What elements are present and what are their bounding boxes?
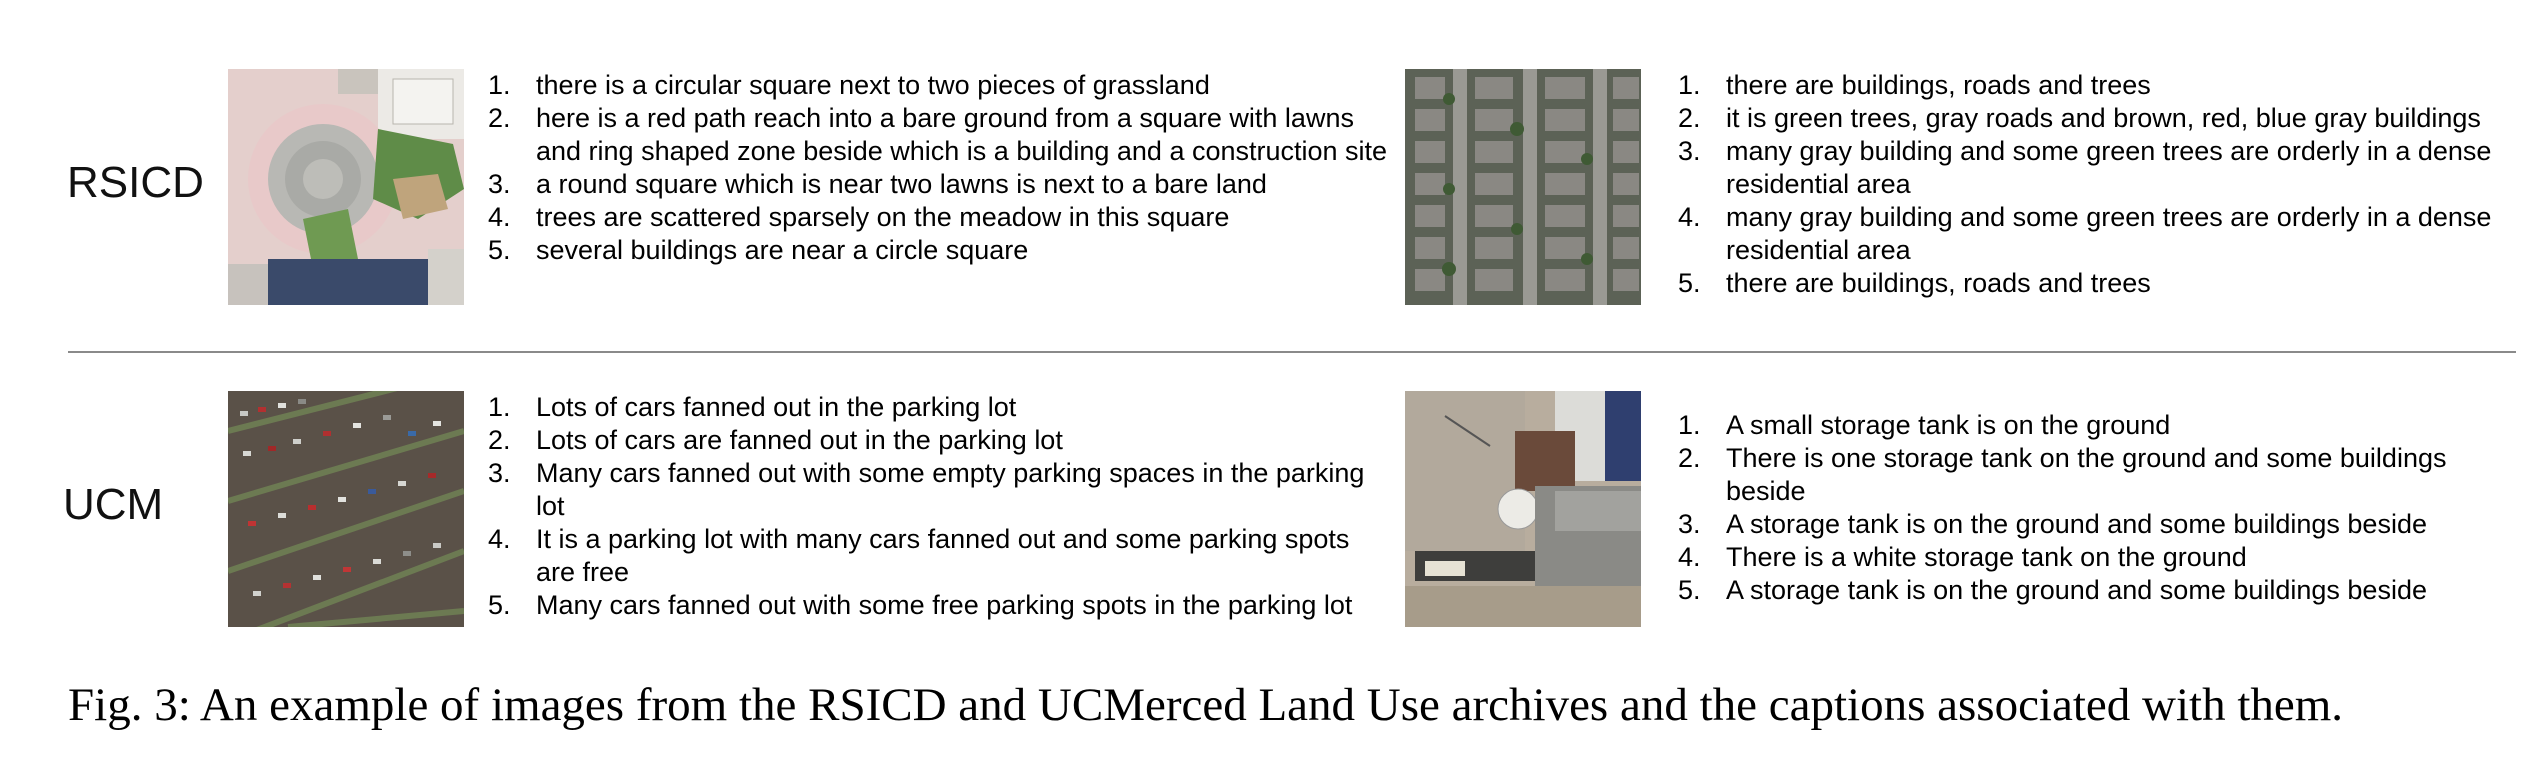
row-label-rsicd: RSICD bbox=[67, 158, 204, 207]
caption-number: 5. bbox=[488, 235, 511, 265]
caption-text: A storage tank is on the ground and some… bbox=[1726, 509, 2427, 539]
caption-number: 2. bbox=[488, 425, 511, 455]
row-label-ucm: UCM bbox=[63, 480, 164, 529]
caption-number: 2. bbox=[1678, 103, 1701, 133]
caption-number: 5. bbox=[1678, 575, 1701, 605]
caption-number: 2. bbox=[488, 103, 511, 133]
caption-number: 4. bbox=[488, 202, 511, 232]
caption-number: 1. bbox=[488, 392, 511, 422]
caption-item: 4. trees are scattered sparsely on the me… bbox=[488, 201, 1388, 234]
caption-item: 2. here is a red path reach into a bare g… bbox=[488, 102, 1388, 168]
caption-item: 5. there are buildings, roads and trees bbox=[1678, 267, 2528, 300]
caption-number: 3. bbox=[1678, 509, 1701, 539]
caption-item: 1. Lots of cars fanned out in the parking… bbox=[488, 391, 1388, 424]
caption-text: Lots of cars fanned out in the parking l… bbox=[536, 392, 1017, 422]
caption-item: 1. there are buildings, roads and trees bbox=[1678, 69, 2528, 102]
caption-item: 2. There is one storage tank on the groun… bbox=[1678, 442, 2528, 508]
caption-text: a round square which is near two lawns i… bbox=[536, 169, 1267, 199]
caption-number: 3. bbox=[1678, 136, 1701, 166]
rsicd-residential-captions: 1. there are buildings, roads and trees 2… bbox=[1678, 69, 2528, 300]
caption-text: Many cars fanned out with some empty par… bbox=[536, 458, 1365, 521]
caption-text: there is a circular square next to two p… bbox=[536, 70, 1210, 100]
caption-text: there are buildings, roads and trees bbox=[1726, 70, 2151, 100]
caption-item: 3. many gray building and some green tree… bbox=[1678, 135, 2528, 201]
ucm-parking-lot-captions: 1. Lots of cars fanned out in the parking… bbox=[488, 391, 1388, 622]
caption-item: 1. A small storage tank is on the ground bbox=[1678, 409, 2528, 442]
caption-text: There is a white storage tank on the gro… bbox=[1726, 542, 2247, 572]
caption-number: 3. bbox=[488, 458, 511, 488]
caption-text: There is one storage tank on the ground … bbox=[1726, 443, 2447, 506]
caption-text: A small storage tank is on the ground bbox=[1726, 410, 2171, 440]
caption-item: 4. It is a parking lot with many cars fan… bbox=[488, 523, 1388, 589]
caption-item: 3. Many cars fanned out with some empty p… bbox=[488, 457, 1388, 523]
caption-text: Lots of cars are fanned out in the parki… bbox=[536, 425, 1063, 455]
caption-text: It is a parking lot with many cars fanne… bbox=[536, 524, 1350, 587]
caption-text: many gray building and some green trees … bbox=[1726, 202, 2492, 265]
caption-number: 4. bbox=[488, 524, 511, 554]
ucm-storage-tank-captions: 1. A small storage tank is on the ground … bbox=[1678, 409, 2528, 607]
caption-number: 1. bbox=[1678, 70, 1701, 100]
caption-text: Many cars fanned out with some free park… bbox=[536, 590, 1353, 620]
caption-number: 5. bbox=[1678, 268, 1701, 298]
caption-item: 3. A storage tank is on the ground and so… bbox=[1678, 508, 2528, 541]
caption-text: A storage tank is on the ground and some… bbox=[1726, 575, 2427, 605]
caption-item: 2. Lots of cars are fanned out in the par… bbox=[488, 424, 1388, 457]
caption-item: 2. it is green trees, gray roads and brow… bbox=[1678, 102, 2528, 135]
caption-number: 4. bbox=[1678, 542, 1701, 572]
caption-number: 3. bbox=[488, 169, 511, 199]
caption-item: 5. A storage tank is on the ground and so… bbox=[1678, 574, 2528, 607]
caption-item: 3. a round square which is near two lawns… bbox=[488, 168, 1388, 201]
caption-number: 1. bbox=[1678, 410, 1701, 440]
caption-text: many gray building and some green trees … bbox=[1726, 136, 2492, 199]
caption-number: 2. bbox=[1678, 443, 1701, 473]
caption-number: 1. bbox=[488, 70, 511, 100]
caption-text: trees are scattered sparsely on the mead… bbox=[536, 202, 1230, 232]
aerial-image-parking-lot bbox=[228, 391, 464, 627]
caption-item: 5. several buildings are near a circle sq… bbox=[488, 234, 1388, 267]
aerial-image-storage-tank bbox=[1405, 391, 1641, 627]
caption-text: several buildings are near a circle squa… bbox=[536, 235, 1029, 265]
caption-item: 5. Many cars fanned out with some free pa… bbox=[488, 589, 1388, 622]
rsicd-circular-square-captions: 1. there is a circular square next to two… bbox=[488, 69, 1388, 267]
caption-text: there are buildings, roads and trees bbox=[1726, 268, 2151, 298]
caption-number: 5. bbox=[488, 590, 511, 620]
caption-number: 4. bbox=[1678, 202, 1701, 232]
section-divider bbox=[68, 351, 2516, 353]
figure-caption: Fig. 3: An example of images from the RS… bbox=[68, 679, 2344, 731]
caption-item: 1. there is a circular square next to two… bbox=[488, 69, 1388, 102]
caption-item: 4. many gray building and some green tree… bbox=[1678, 201, 2528, 267]
caption-item: 4. There is a white storage tank on the g… bbox=[1678, 541, 2528, 574]
aerial-image-dense-residential bbox=[1405, 69, 1641, 305]
caption-text: here is a red path reach into a bare gro… bbox=[536, 103, 1388, 166]
caption-text: it is green trees, gray roads and brown,… bbox=[1726, 103, 2481, 133]
aerial-image-circular-square bbox=[228, 69, 464, 305]
